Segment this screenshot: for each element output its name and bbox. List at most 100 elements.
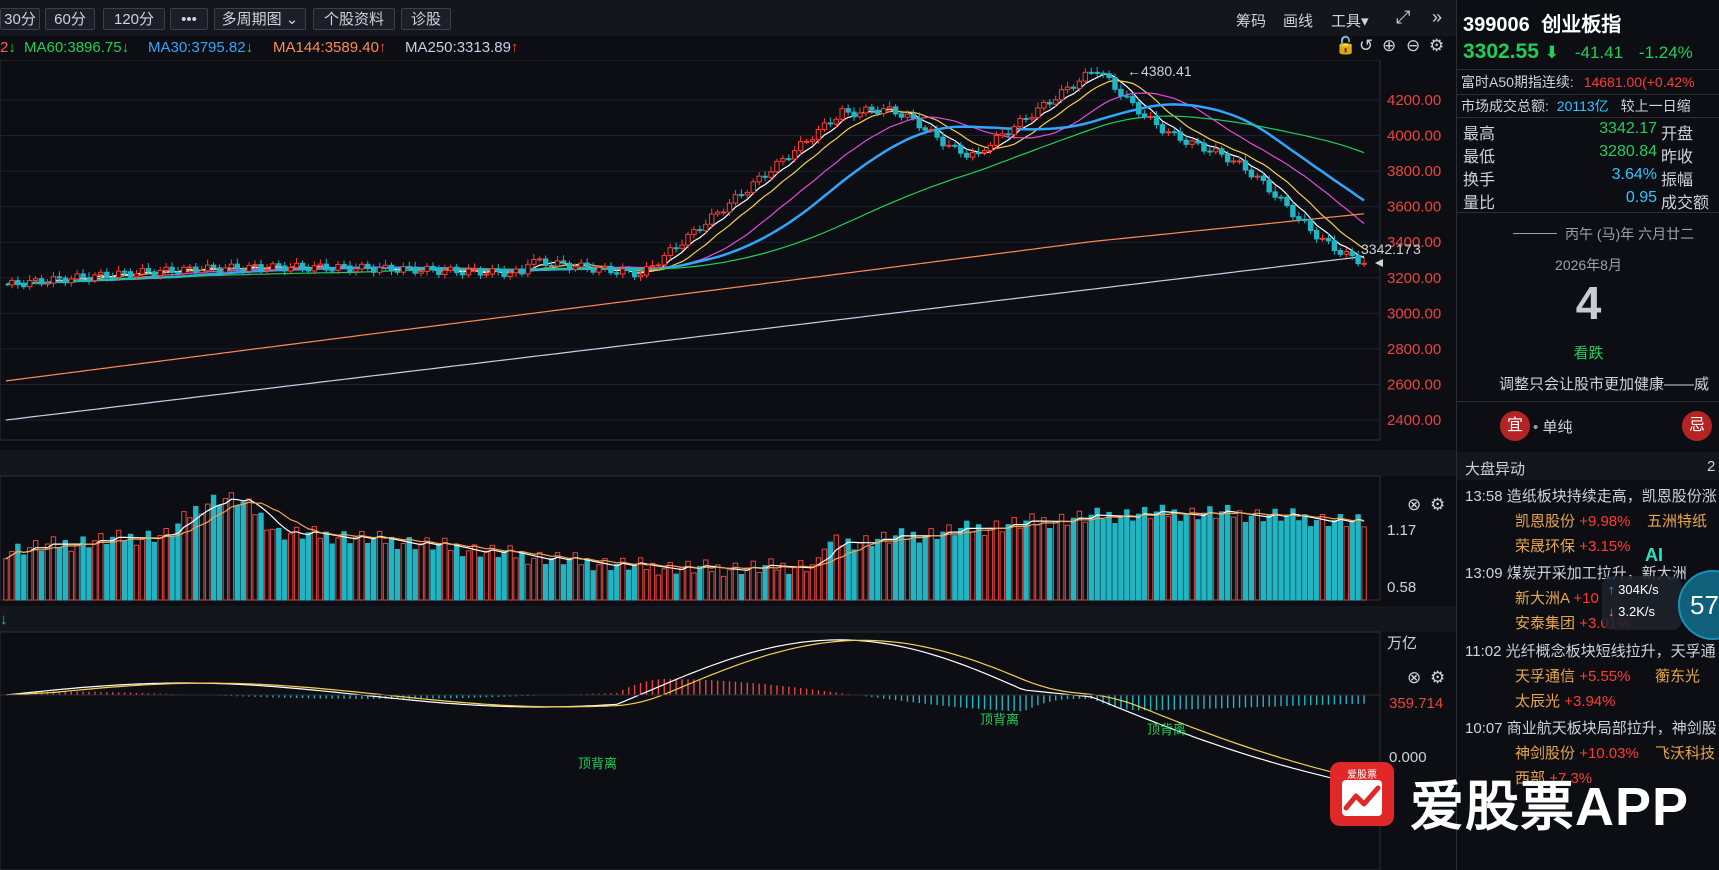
more-periods-button[interactable]: ••• bbox=[170, 8, 208, 30]
candle-body bbox=[1254, 175, 1261, 178]
volume-bar bbox=[542, 564, 549, 601]
index-header: 399006 创业板指 bbox=[1463, 8, 1621, 37]
volume-bar bbox=[448, 549, 454, 601]
news-stock[interactable]: 荣晟环保 +3.15% bbox=[1515, 535, 1630, 556]
gear-icon[interactable]: ⚙ bbox=[1429, 36, 1444, 56]
collapse-panel-icon[interactable]: » bbox=[1432, 7, 1442, 28]
candle-body bbox=[459, 272, 466, 276]
zoom-in-icon[interactable]: ⊕ bbox=[1382, 36, 1396, 56]
candle-body bbox=[1058, 89, 1065, 101]
right-price-marker-2: 3 bbox=[1413, 241, 1421, 257]
ai-badge[interactable]: AI bbox=[1645, 545, 1663, 566]
candle-body bbox=[1159, 124, 1166, 134]
candle-body bbox=[311, 265, 318, 272]
news-more[interactable]: 2 bbox=[1707, 458, 1715, 475]
candle-body bbox=[222, 267, 229, 273]
fullscreen-icon[interactable]: ⤢ bbox=[1396, 7, 1410, 28]
candle-body bbox=[240, 268, 246, 272]
volume-bar bbox=[691, 572, 697, 601]
volume-bar bbox=[1052, 520, 1059, 601]
volume-bar bbox=[1118, 516, 1124, 601]
candle-body bbox=[590, 267, 596, 273]
candle-body bbox=[845, 108, 851, 113]
candle-body bbox=[406, 266, 412, 269]
vol-unit: 万亿 bbox=[1387, 635, 1417, 652]
volume-bar bbox=[881, 531, 887, 601]
lock-icon[interactable]: 🔓 bbox=[1335, 36, 1356, 56]
news-stock[interactable]: 新大洲A +10 bbox=[1515, 587, 1599, 608]
volume-bar bbox=[679, 567, 685, 601]
period-120min-button[interactable]: 120分 bbox=[103, 8, 165, 30]
stat-value: 3280.84 bbox=[1599, 143, 1657, 160]
candle-body bbox=[204, 264, 211, 272]
close-pane-icon[interactable]: ⊗ bbox=[1407, 668, 1421, 688]
volume-bar bbox=[424, 537, 430, 601]
divergence-label: 顶背离 bbox=[578, 756, 617, 771]
news-stock[interactable]: 天孚通信 +5.55% bbox=[1515, 665, 1630, 686]
volume-bar bbox=[382, 542, 389, 601]
volume-bar bbox=[590, 570, 596, 601]
candle-body bbox=[1349, 251, 1355, 257]
candle-body bbox=[1290, 204, 1296, 218]
close-pane-icon[interactable]: ⊗ bbox=[1407, 495, 1421, 515]
candle-body bbox=[1307, 220, 1314, 232]
volume-pane-header bbox=[0, 450, 1456, 476]
news-item[interactable]: 13:58 造纸板块持续走高，凯恩股份涨 bbox=[1465, 485, 1717, 506]
candle-body bbox=[1076, 80, 1083, 89]
candle-body bbox=[916, 117, 922, 129]
volume-bar bbox=[1076, 510, 1083, 601]
volume-bar bbox=[240, 501, 246, 601]
candle-body bbox=[649, 265, 656, 268]
news-stock[interactable]: 凯恩股份 +9.98% bbox=[1515, 510, 1630, 531]
candle-body bbox=[655, 264, 662, 267]
chips-button[interactable]: 筹码 bbox=[1236, 10, 1266, 31]
candle-body bbox=[436, 269, 442, 275]
undo-icon[interactable]: ↺ bbox=[1359, 36, 1373, 56]
volume-bar bbox=[495, 557, 501, 601]
volume-bar bbox=[276, 527, 282, 601]
lunar-divider bbox=[1513, 233, 1557, 234]
tools-menu[interactable]: 工具▾ bbox=[1331, 10, 1369, 31]
news-stock[interactable]: 五洲特纸 bbox=[1647, 510, 1707, 531]
volume-bar bbox=[1070, 517, 1077, 601]
news-item[interactable]: 11:02 光纤概念板块短线拉升，天孚通 bbox=[1465, 640, 1716, 661]
volume-bar bbox=[596, 564, 602, 601]
news-item[interactable]: 10:07 商业航天板块局部拉升，神剑股 bbox=[1465, 717, 1717, 738]
volume-bar bbox=[738, 574, 745, 601]
candle-body bbox=[9, 279, 15, 286]
news-stock[interactable]: 太辰光 +3.94% bbox=[1515, 690, 1615, 711]
candle-body bbox=[667, 247, 673, 256]
daily-quote: 调整只会让股市更加健康——威 bbox=[1499, 376, 1710, 393]
candle-body bbox=[1177, 131, 1183, 141]
draw-line-button[interactable]: 画线 bbox=[1283, 10, 1313, 31]
volume-bar bbox=[1355, 514, 1361, 601]
volume-bar bbox=[1302, 514, 1308, 601]
candle-body bbox=[365, 263, 371, 269]
candle-body bbox=[1052, 99, 1059, 105]
multi-period-dropdown[interactable]: 多周期图 ⌄ bbox=[214, 8, 306, 30]
market-turnover-row: 市场成交总额: 20113亿 较上一日缩 bbox=[1461, 96, 1691, 116]
volume-bar bbox=[1047, 528, 1053, 601]
period-30min-button[interactable]: 30分 bbox=[0, 8, 40, 30]
a50-row[interactable]: 富时A50期指连续: 14681.00(+0.42% bbox=[1461, 72, 1695, 92]
down-arrow-icon: ⬇ bbox=[1544, 43, 1560, 62]
zoom-out-icon[interactable]: ⊖ bbox=[1406, 36, 1420, 56]
pane-settings-icon[interactable]: ⚙ bbox=[1430, 495, 1445, 515]
period-60min-button[interactable]: 60分 bbox=[45, 8, 95, 30]
news-stock[interactable]: 蘅东光 bbox=[1655, 665, 1700, 686]
candle-body bbox=[1248, 169, 1255, 178]
macd-arrow: ↓ bbox=[0, 611, 8, 628]
stock-diagnosis-button[interactable]: 诊股 bbox=[401, 8, 451, 30]
candle-body bbox=[1153, 116, 1160, 126]
network-speed-widget[interactable]: ↑ 304K/s ↓ 3.2K/s 57 bbox=[1602, 570, 1719, 640]
stock-profile-button[interactable]: 个股资料 bbox=[313, 8, 395, 30]
candle-body bbox=[821, 122, 828, 130]
volume-bar bbox=[471, 544, 478, 601]
pane-settings-icon[interactable]: ⚙ bbox=[1430, 668, 1445, 688]
candle-body bbox=[388, 264, 395, 272]
volume-bar bbox=[928, 528, 934, 601]
kline-chart[interactable]: 4200.004000.003800.003600.003400.003200.… bbox=[0, 60, 1456, 870]
candle-body bbox=[1064, 86, 1071, 91]
volume-bar bbox=[287, 533, 294, 601]
candle-body bbox=[513, 268, 519, 274]
